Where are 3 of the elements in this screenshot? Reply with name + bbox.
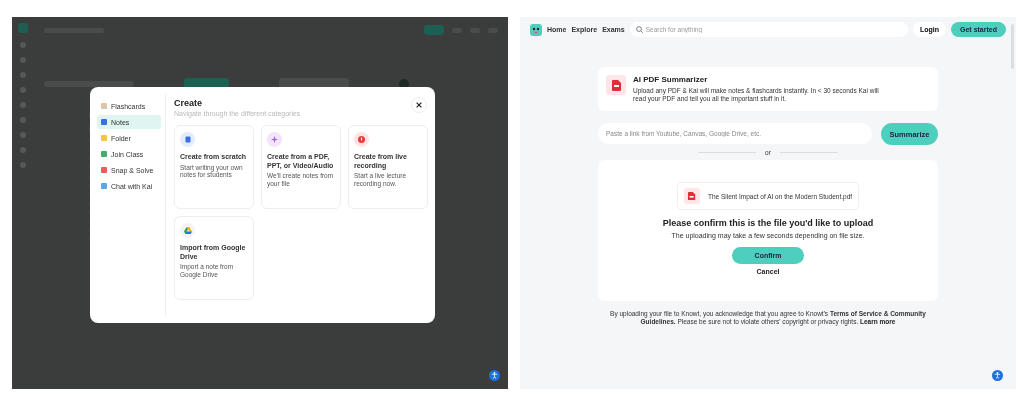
intro-title: AI PDF Summarizer bbox=[633, 75, 709, 84]
confirm-heading: Please confirm this is the file you'd like to upload bbox=[662, 218, 874, 228]
dialog-title: Create bbox=[174, 98, 202, 108]
